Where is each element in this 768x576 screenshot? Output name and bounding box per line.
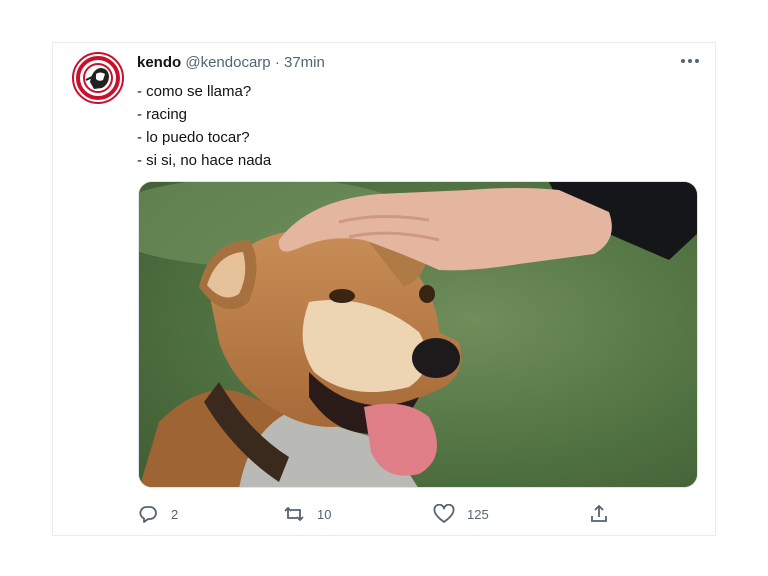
tweet-line: - lo puedo tocar? [137, 129, 250, 146]
retweet-button[interactable]: 10 [283, 502, 331, 526]
author-handle[interactable]: @kendocarp [185, 54, 270, 71]
like-button[interactable]: 125 [433, 502, 489, 526]
reply-button[interactable]: 2 [137, 502, 178, 526]
like-count: 125 [467, 506, 489, 522]
reply-count: 2 [171, 506, 179, 522]
retweet-icon [283, 503, 305, 525]
tweet-line: - como se llama? [137, 83, 252, 100]
reply-icon [137, 503, 159, 525]
author-name[interactable]: kendo [137, 54, 181, 71]
tweet-timestamp[interactable]: 37min [284, 54, 325, 71]
retweet-count: 10 [317, 506, 332, 522]
share-icon [588, 503, 610, 525]
separator-dot: · [274, 54, 280, 71]
more-icon [681, 59, 699, 63]
tweet-media-photo[interactable] [138, 181, 698, 488]
tweet-line: - racing [137, 106, 188, 123]
tweet-text: - como se llama? - racing - lo puedo toc… [137, 80, 271, 172]
avatar[interactable] [72, 52, 124, 104]
heart-icon [433, 503, 455, 525]
tweet-line: - si si, no hace nada [137, 152, 272, 169]
dog-photo [139, 182, 697, 487]
tweet-actions: 2 10 125 [137, 502, 617, 526]
tweet-header: kendo @kendocarp · 37min [137, 54, 325, 72]
share-button[interactable] [588, 502, 610, 526]
more-options-button[interactable] [679, 52, 701, 70]
avatar-image [72, 52, 124, 104]
